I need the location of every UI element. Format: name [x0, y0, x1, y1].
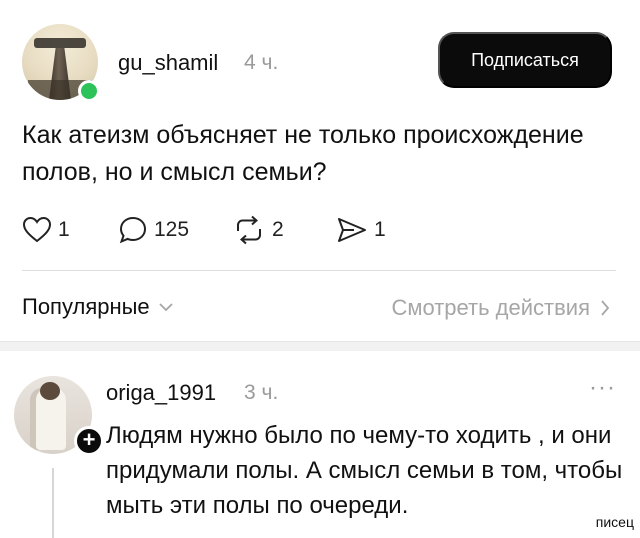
post-author-username[interactable]: gu_shamil — [118, 50, 218, 76]
post-actions-bar: 1 125 2 1 — [22, 212, 422, 248]
comment-count: 125 — [154, 218, 190, 241]
heart-icon — [22, 216, 52, 243]
view-actions-link[interactable]: Смотреть действия — [391, 295, 610, 321]
divider — [22, 270, 616, 271]
thread-line — [52, 468, 54, 538]
comment: + origa_1991 3 ч. ··· Людям нужно было п… — [14, 372, 626, 538]
avatar-banner — [34, 38, 86, 48]
more-options-button[interactable]: ··· — [589, 374, 616, 402]
section-separator — [0, 341, 640, 351]
comments-sort-row: Популярные Смотреть действия — [22, 292, 616, 328]
comment-author-username[interactable]: origa_1991 — [106, 380, 216, 406]
post-timestamp: 4 ч. — [244, 51, 279, 74]
repost-arrows-icon — [237, 215, 261, 245]
chevron-right-icon — [601, 300, 610, 316]
chevron-down-icon — [159, 303, 173, 312]
avatar-head — [40, 382, 60, 400]
speech-bubble-icon — [119, 216, 147, 244]
repost-button[interactable]: 2 — [232, 212, 284, 248]
comment-button[interactable]: 125 — [118, 212, 189, 248]
subscribe-button[interactable]: Подписаться — [438, 32, 612, 88]
comment-timestamp: 3 ч. — [244, 381, 279, 404]
view-actions-label: Смотреть действия — [391, 295, 590, 320]
watermark: писец — [595, 514, 634, 530]
send-icon — [338, 218, 366, 242]
share-count: 1 — [374, 218, 386, 241]
repost-count: 2 — [272, 218, 284, 241]
sort-label: Популярные — [22, 294, 150, 319]
sort-dropdown[interactable]: Популярные — [22, 294, 174, 320]
post-text: Как атеизм объясняет не только происхожд… — [22, 121, 584, 186]
share-button[interactable]: 1 — [336, 212, 386, 248]
like-count: 1 — [58, 218, 70, 241]
post-header: gu_shamil 4 ч. Подписаться — [22, 24, 622, 102]
plus-icon[interactable]: + — [74, 426, 104, 456]
like-button[interactable]: 1 — [22, 212, 70, 248]
comment-text: Людям нужно было по чему-то ходить , и о… — [106, 422, 623, 519]
online-status-indicator — [78, 80, 100, 102]
